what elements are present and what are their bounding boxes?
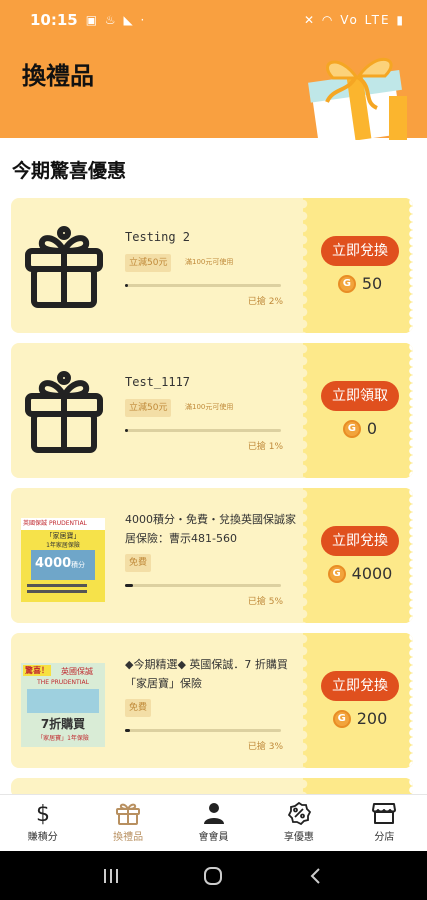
gift-icon bbox=[116, 803, 141, 825]
coupon-card[interactable]: Testing 2 立減50元 滿100元可使用 已搶 2% 立即兌換 G 50 bbox=[11, 198, 413, 333]
thumb-fine-print bbox=[27, 584, 87, 587]
points-value: 0 bbox=[366, 419, 378, 438]
status-notification-icons: ▣ ♨ ◣ · bbox=[85, 13, 147, 27]
redeem-button[interactable]: 立即兌換 bbox=[321, 526, 399, 556]
status-time: 10:15 bbox=[30, 11, 78, 29]
discount-tag: 免費 bbox=[125, 554, 152, 572]
points-cost: G 50 bbox=[321, 274, 399, 293]
nav-stores[interactable]: 分店 bbox=[342, 795, 427, 850]
thumb-fine-print bbox=[27, 590, 87, 593]
progress-fill bbox=[125, 284, 129, 287]
thumb-line: 積分 bbox=[71, 561, 85, 569]
person-icon bbox=[203, 803, 224, 824]
back-icon[interactable] bbox=[306, 866, 326, 886]
coin-icon: G bbox=[332, 709, 351, 728]
coupon-card[interactable]: 驚喜！ 英國保誠 THE PRUDENTIAL 7折購買 「家居寶」1年保險 ◆… bbox=[11, 633, 413, 768]
coupon-title: Test_1117 bbox=[125, 375, 191, 389]
redeem-button[interactable]: 立即兌換 bbox=[321, 236, 399, 266]
discount-tag: 立減50元 bbox=[125, 399, 172, 417]
progress-fill bbox=[125, 429, 129, 432]
gift-icon bbox=[25, 371, 103, 453]
nav-member[interactable]: 會會員 bbox=[171, 795, 256, 850]
coupon-title: Testing 2 bbox=[125, 230, 191, 244]
gift-box-illustration-icon bbox=[308, 58, 407, 140]
coupon-card[interactable]: Test_1117 立減50元 滿100元可使用 已搶 1% 立即領取 G 0 bbox=[11, 343, 413, 478]
status-system-icons: ✕ ◠ Vo LTE ▮ bbox=[304, 13, 405, 27]
nav-redeem-gifts[interactable]: 換禮品 bbox=[85, 795, 170, 850]
dollar-icon: $ bbox=[36, 802, 50, 825]
points-cost: G 200 bbox=[321, 709, 399, 728]
thumb-line: 1年家居保險 bbox=[46, 542, 80, 549]
nav-label: 換禮品 bbox=[113, 832, 144, 843]
progress-bar bbox=[125, 284, 281, 287]
progress-fill bbox=[125, 584, 133, 587]
discount-badge-icon bbox=[287, 801, 312, 825]
thumb-line: 驚喜！ bbox=[23, 665, 51, 676]
tag-condition: 滿100元可使用 bbox=[185, 258, 234, 266]
system-nav-bar bbox=[0, 851, 427, 900]
points-cost: G 4000 bbox=[321, 564, 399, 583]
thumb-brand-strip: 英國保誠 PRUDENTIAL bbox=[21, 518, 105, 530]
grabbed-percent: 已搶 5% bbox=[247, 597, 283, 607]
points-value: 4000 bbox=[351, 564, 393, 583]
grabbed-percent: 已搶 2% bbox=[247, 297, 283, 307]
section-title: 今期驚喜優惠 bbox=[12, 160, 127, 182]
prudential-home-insurance-image: 英國保誠 PRUDENTIAL 「家居寶」 1年家居保險 4000 積分 bbox=[21, 518, 105, 602]
coupon-title: 4000積分・免費・兌換英國保誠家居保險：曹示481-560 bbox=[125, 513, 296, 545]
progress-bar bbox=[125, 429, 281, 432]
nav-label: 享優惠 bbox=[283, 832, 314, 843]
thumb-line: 7折購買 bbox=[40, 717, 86, 731]
coupon-title: ◆今期精選◆ 英國保誠．7 折購買「家居寶」保險 bbox=[125, 658, 288, 690]
thumb-photo: 4000 積分 bbox=[31, 550, 95, 580]
coupon-action-area: 立即兌換 G 50 bbox=[297, 198, 413, 333]
svg-text:$: $ bbox=[36, 802, 50, 825]
thumb-line: 4000 bbox=[35, 556, 72, 571]
thumb-photo bbox=[27, 689, 99, 713]
progress-fill bbox=[125, 729, 130, 732]
thumb-line: 英國保誠 bbox=[23, 520, 48, 527]
progress-bar bbox=[125, 584, 281, 587]
coupon-action-area: 立即兌換 G 200 bbox=[297, 633, 413, 768]
progress-bar bbox=[125, 729, 281, 732]
nav-earn-points[interactable]: $ 賺積分 bbox=[0, 795, 85, 850]
redeem-button[interactable]: 立即兌換 bbox=[321, 671, 399, 701]
gift-thumbnail bbox=[21, 222, 107, 312]
points-cost: G 0 bbox=[321, 419, 399, 438]
coupon-action-area: 立即領取 G 0 bbox=[297, 343, 413, 478]
thumb-line: 英國保誠 bbox=[61, 667, 93, 676]
nav-label: 賺積分 bbox=[27, 832, 58, 843]
coin-icon: G bbox=[337, 274, 356, 293]
discount-tag: 立減50元 bbox=[125, 254, 172, 272]
tag-condition: 滿100元可使用 bbox=[185, 403, 234, 411]
nav-label: 會會員 bbox=[198, 832, 229, 843]
thumb-line: 「家居寶」1年保險 bbox=[37, 735, 89, 742]
home-icon[interactable] bbox=[202, 865, 224, 887]
thumb-line: PRUDENTIAL bbox=[48, 520, 87, 527]
bottom-nav: $ 賺積分 換禮品 會會員 享優惠 分店 bbox=[0, 794, 427, 850]
status-bar: 10:15 ▣ ♨ ◣ · ✕ ◠ Vo LTE ▮ bbox=[0, 0, 427, 40]
coupon-card[interactable]: 英國保誠 PRUDENTIAL 「家居寶」 1年家居保險 4000 積分 400… bbox=[11, 488, 413, 623]
nav-offers[interactable]: 享優惠 bbox=[256, 795, 341, 850]
claim-button[interactable]: 立即領取 bbox=[321, 381, 399, 411]
gift-thumbnail bbox=[21, 367, 107, 457]
prudential-discount-image: 驚喜！ 英國保誠 THE PRUDENTIAL 7折購買 「家居寶」1年保險 bbox=[21, 663, 105, 747]
gift-icon bbox=[25, 226, 103, 308]
thumb-line: THE PRUDENTIAL bbox=[37, 679, 89, 686]
points-value: 200 bbox=[356, 709, 388, 728]
coupon-action-area: 立即兌換 G 4000 bbox=[297, 488, 413, 623]
store-icon bbox=[372, 803, 397, 824]
coin-icon: G bbox=[342, 419, 361, 438]
page-title: 換禮品 bbox=[22, 62, 94, 90]
grabbed-percent: 已搶 3% bbox=[247, 742, 283, 752]
grabbed-percent: 已搶 1% bbox=[247, 442, 283, 452]
discount-tag: 免費 bbox=[125, 699, 152, 717]
nav-label: 分店 bbox=[374, 832, 395, 843]
app-header: 換禮品 bbox=[0, 40, 427, 140]
coin-icon: G bbox=[327, 564, 346, 583]
points-value: 50 bbox=[361, 274, 383, 293]
recent-apps-icon[interactable] bbox=[101, 867, 121, 885]
